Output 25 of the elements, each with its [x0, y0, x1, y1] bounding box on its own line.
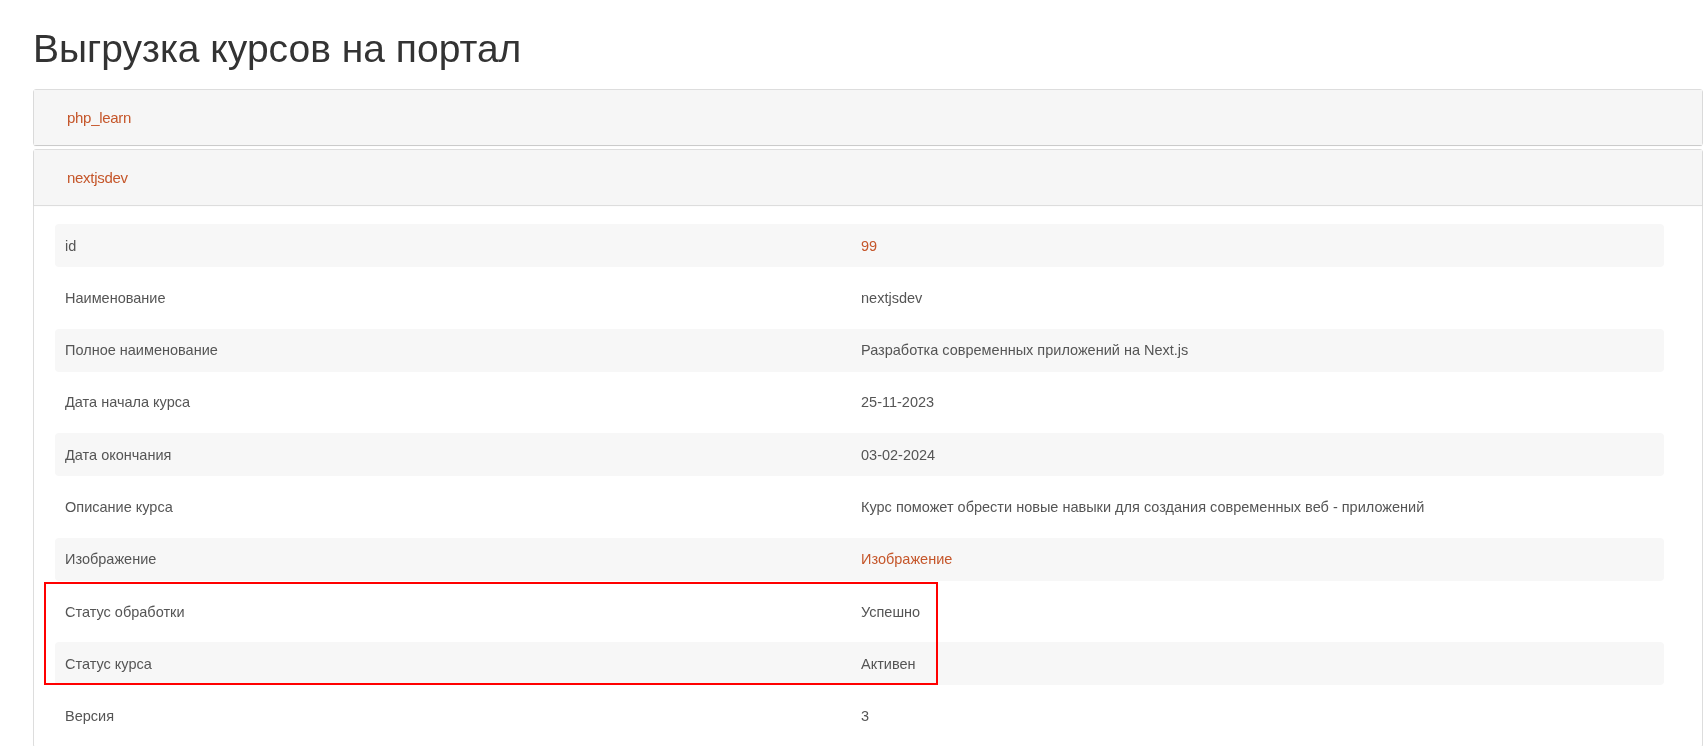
field-link[interactable]: Изображение	[861, 551, 953, 568]
field-value: Успешно	[861, 603, 921, 620]
accordion-header[interactable]: php_learn	[34, 90, 1702, 145]
field-label: Изображение	[64, 551, 158, 568]
field-label: Полное наименование	[64, 342, 219, 359]
field-link[interactable]: 99	[861, 237, 878, 254]
page-title: Выгрузка курсов на портал	[33, 26, 523, 72]
field-label: Статус курса	[64, 655, 153, 672]
field-label: Статус обработки	[64, 603, 186, 620]
field-value: 03-02-2024	[861, 446, 936, 463]
field-label: Дата начала курса	[64, 394, 192, 411]
accordion-header[interactable]: nextjsdev	[34, 150, 1702, 205]
course-link[interactable]: nextjsdev	[67, 169, 128, 186]
field-value: 25-11-2023	[861, 394, 935, 411]
field-label: Наименование	[64, 289, 167, 306]
field-value: 3	[861, 708, 870, 725]
field-label: Версия	[64, 708, 115, 725]
course-link[interactable]: php_learn	[67, 109, 132, 126]
field-value: nextjsdev	[861, 289, 923, 306]
field-value: Курс поможет обрести новые навыки для создания современных веб - приложений	[861, 499, 1425, 515]
field-value: Разработка современных приложений на Next.js	[861, 342, 1189, 359]
field-label: Дата окончания	[64, 446, 173, 463]
field-label: Описание курса	[64, 499, 174, 515]
field-label: id	[64, 237, 78, 254]
field-value: Активен	[861, 655, 916, 672]
